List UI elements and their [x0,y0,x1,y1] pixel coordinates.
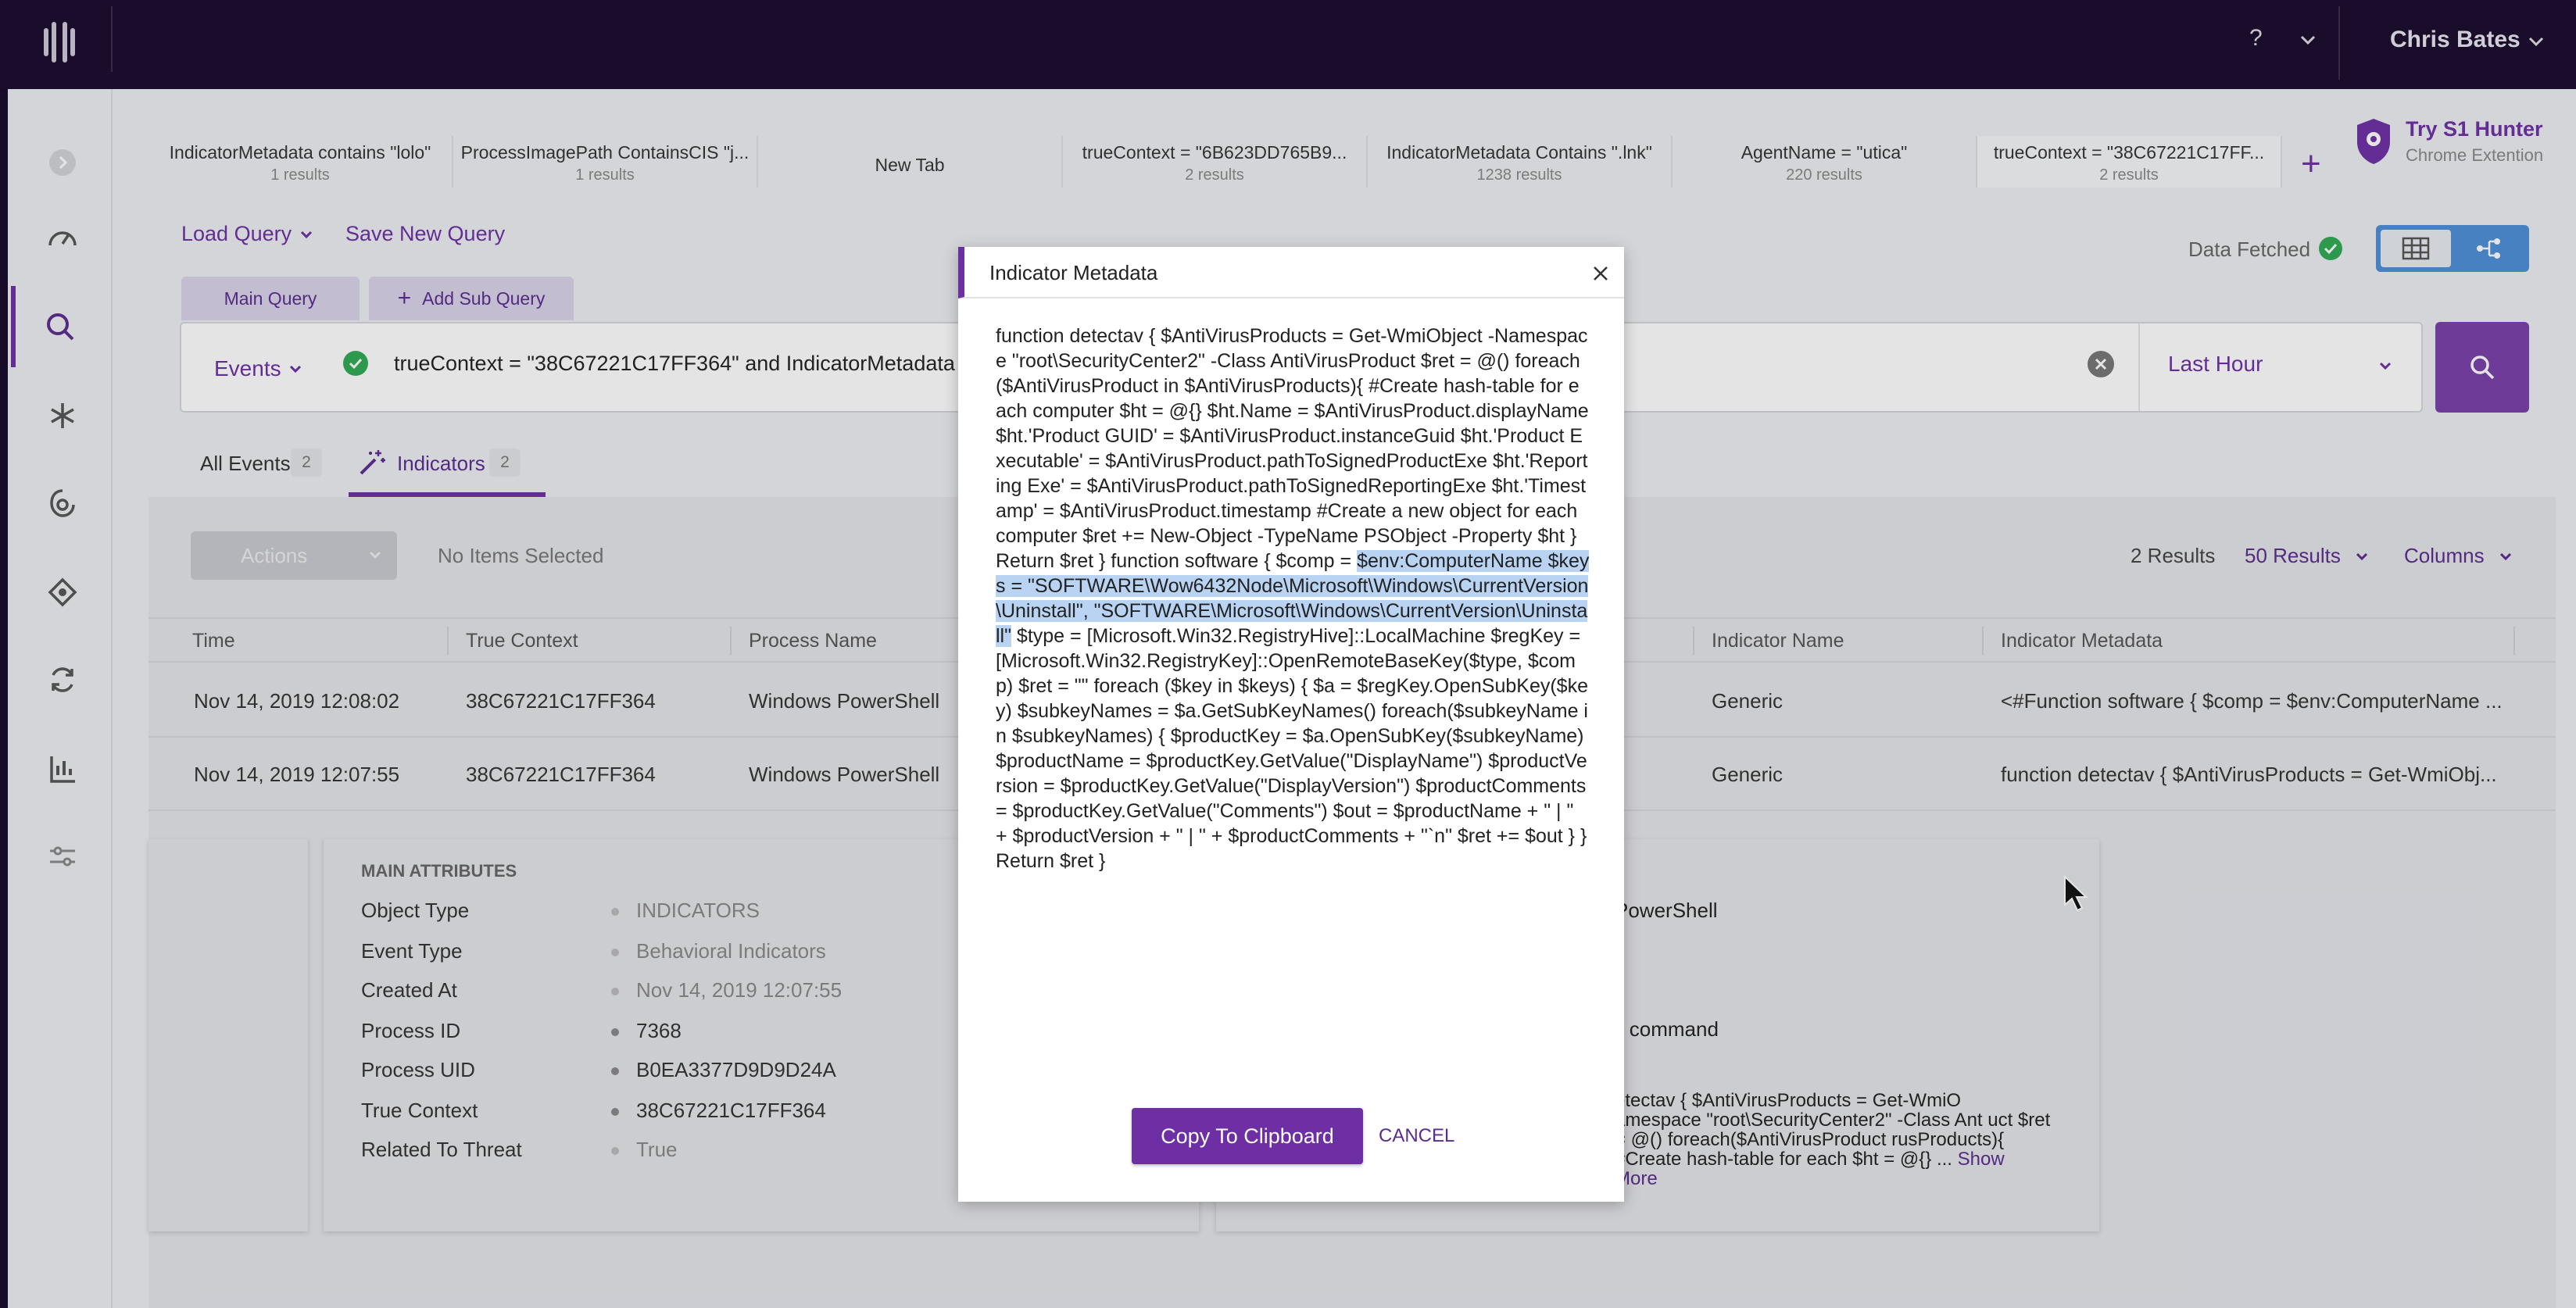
cancel-button[interactable]: CANCEL [1379,1125,1454,1147]
close-icon[interactable] [1590,263,1612,284]
modal-title: Indicator Metadata [989,261,1158,284]
copy-to-clipboard-button[interactable]: Copy To Clipboard [1132,1108,1363,1164]
modal-header: Indicator Metadata [958,247,1624,298]
indicator-metadata-modal: Indicator Metadata function detectav { $… [958,247,1624,1202]
metadata-text[interactable]: function detectav { $AntiVirusProducts =… [996,323,1590,874]
